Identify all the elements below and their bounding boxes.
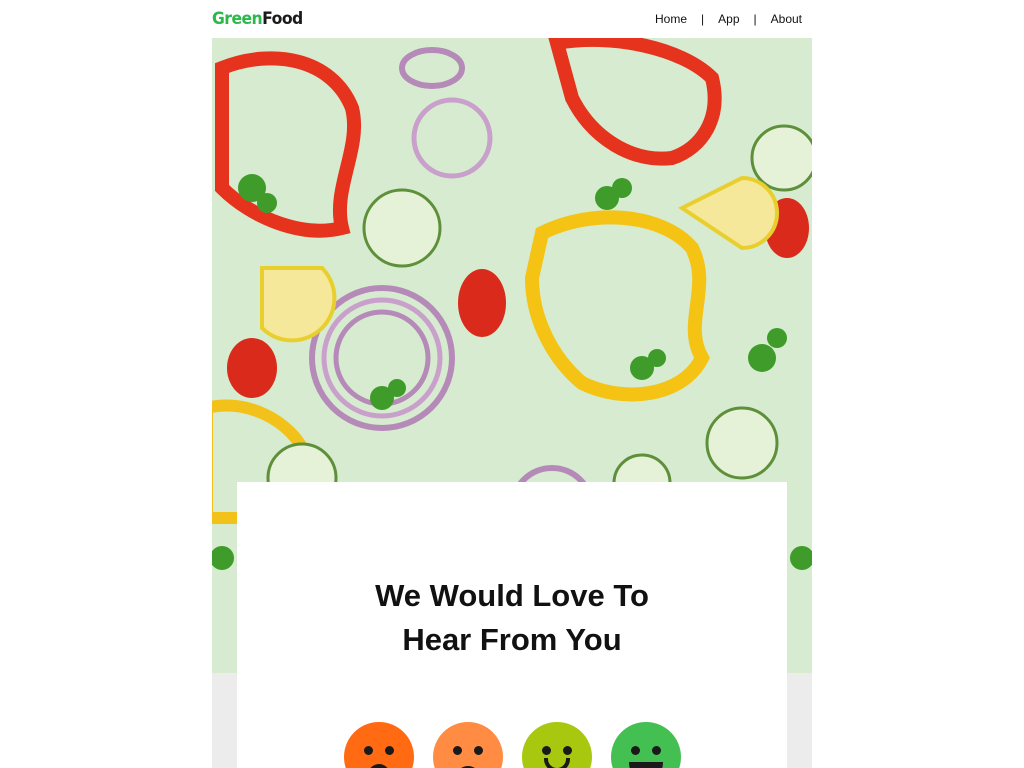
- header: GreenFood Home | App | About: [212, 0, 812, 38]
- very-unhappy-face-icon[interactable]: [344, 722, 414, 768]
- nav-separator: |: [701, 12, 705, 26]
- logo[interactable]: GreenFood: [212, 8, 303, 29]
- rating-faces: [344, 722, 681, 768]
- logo-food-text: Food: [262, 8, 303, 29]
- unhappy-face-icon[interactable]: [433, 722, 503, 768]
- happy-face-icon[interactable]: [522, 722, 592, 768]
- heading-line-2: Hear From You: [402, 622, 622, 657]
- heading-line-1: We Would Love To: [375, 578, 649, 613]
- nav-separator: |: [753, 12, 757, 26]
- nav-app-link[interactable]: App: [718, 12, 739, 26]
- very-happy-face-icon[interactable]: [611, 722, 681, 768]
- nav-about-link[interactable]: About: [771, 12, 802, 26]
- logo-green-text: Green: [212, 8, 263, 29]
- feedback-heading: We Would Love To Hear From You: [237, 574, 787, 662]
- top-nav: Home | App | About: [655, 12, 812, 26]
- email-page: GreenFood Home | App | About We Would Lo…: [212, 0, 812, 768]
- nav-home-link[interactable]: Home: [655, 12, 687, 26]
- feedback-card: We Would Love To Hear From You: [237, 482, 787, 768]
